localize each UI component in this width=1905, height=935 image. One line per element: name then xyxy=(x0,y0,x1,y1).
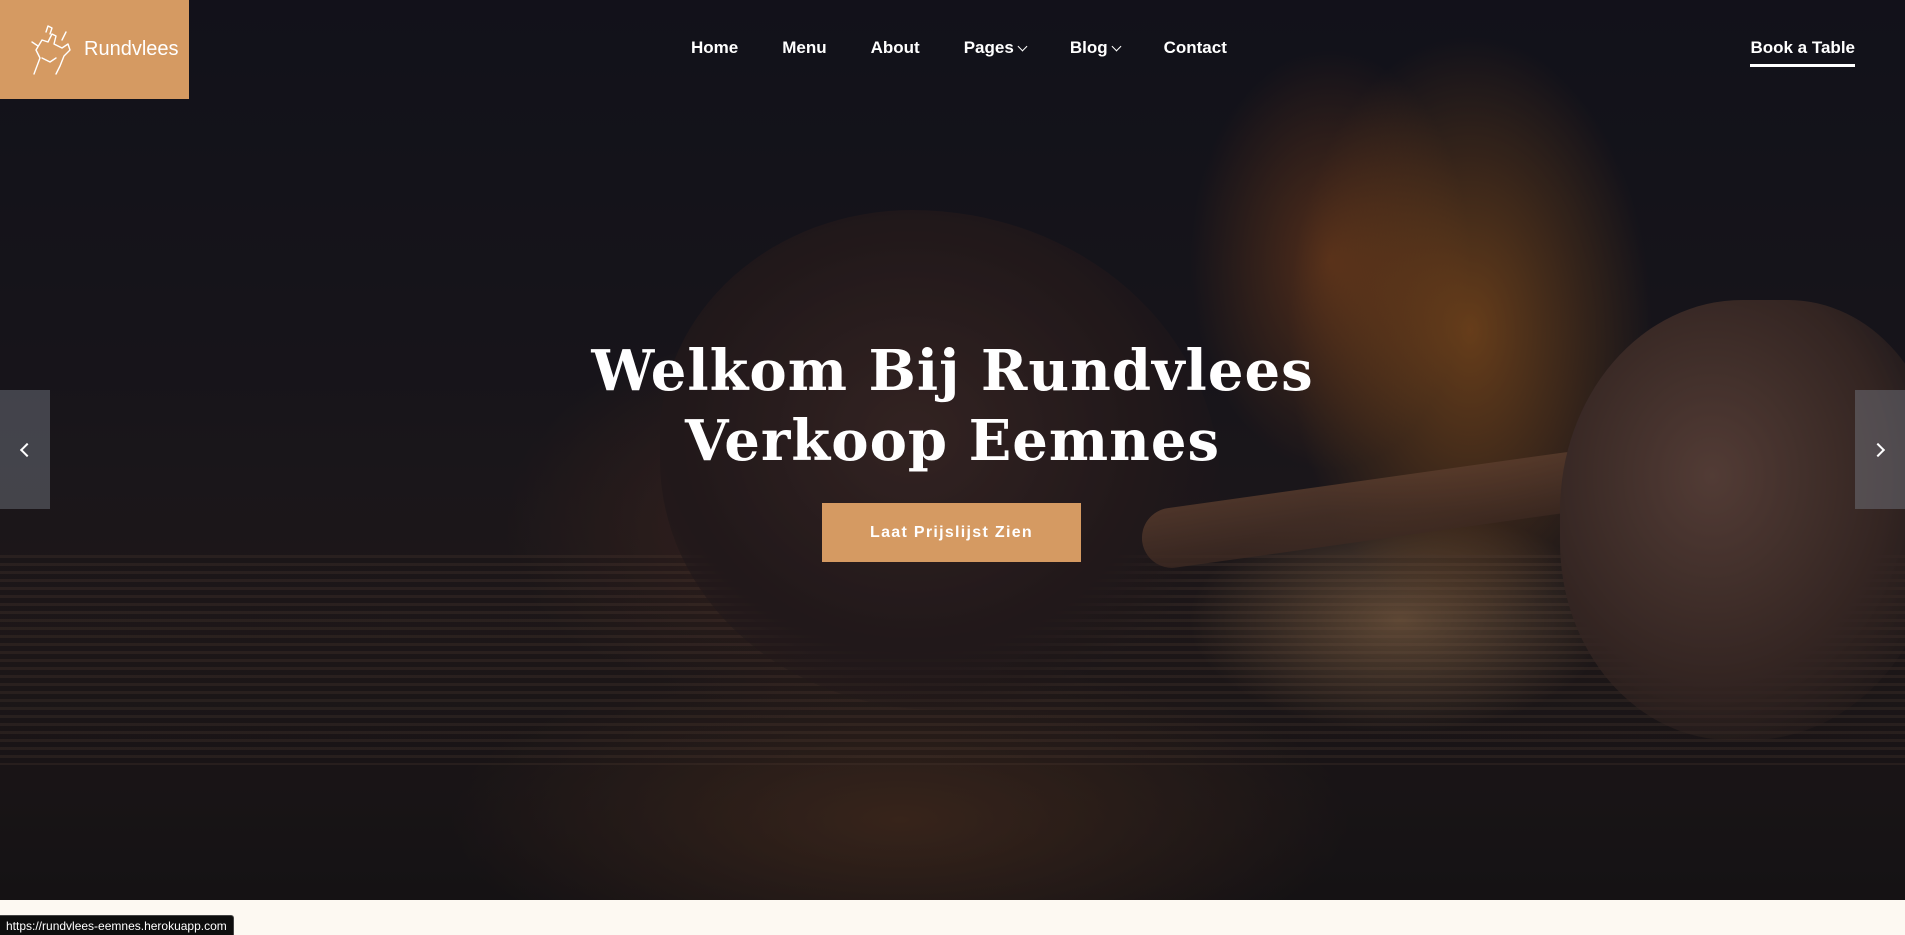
nav-blog[interactable]: Blog xyxy=(1069,38,1122,58)
nav-home-label: Home xyxy=(691,38,739,57)
book-table-link[interactable]: Book a Table xyxy=(1750,38,1855,67)
nav-about-label: About xyxy=(870,38,920,57)
main-nav: Home Menu About Pages Blog Contact xyxy=(691,38,1227,58)
nav-pages-label: Pages xyxy=(963,38,1014,57)
nav-menu[interactable]: Menu xyxy=(782,38,826,58)
brand-name: Rundvlees xyxy=(84,38,179,60)
nav-blog-label: Blog xyxy=(1069,38,1108,57)
price-list-button[interactable]: Laat Prijslijst Zien xyxy=(822,503,1081,562)
nav-contact-label: Contact xyxy=(1163,38,1227,57)
chevron-down-icon xyxy=(1017,41,1028,51)
nav-home[interactable]: Home xyxy=(691,38,738,58)
hero-title: Welkom Bij Rundvlees Verkoop Eemnes xyxy=(0,336,1905,476)
nav-pages[interactable]: Pages xyxy=(963,38,1028,58)
status-bar-url: https://rundvlees-eemnes.herokuapp.com xyxy=(0,915,234,935)
hero-title-line1: Welkom Bij Rundvlees xyxy=(591,338,1314,404)
chevron-down-icon xyxy=(1111,41,1122,51)
brand-logo[interactable]: Rundvlees xyxy=(0,0,189,99)
nav-menu-label: Menu xyxy=(782,38,827,57)
horse-rider-icon xyxy=(31,24,71,75)
nav-contact[interactable]: Contact xyxy=(1164,38,1227,58)
nav-about[interactable]: About xyxy=(871,38,920,58)
hero-title-line2: Verkoop Eemnes xyxy=(684,408,1221,474)
